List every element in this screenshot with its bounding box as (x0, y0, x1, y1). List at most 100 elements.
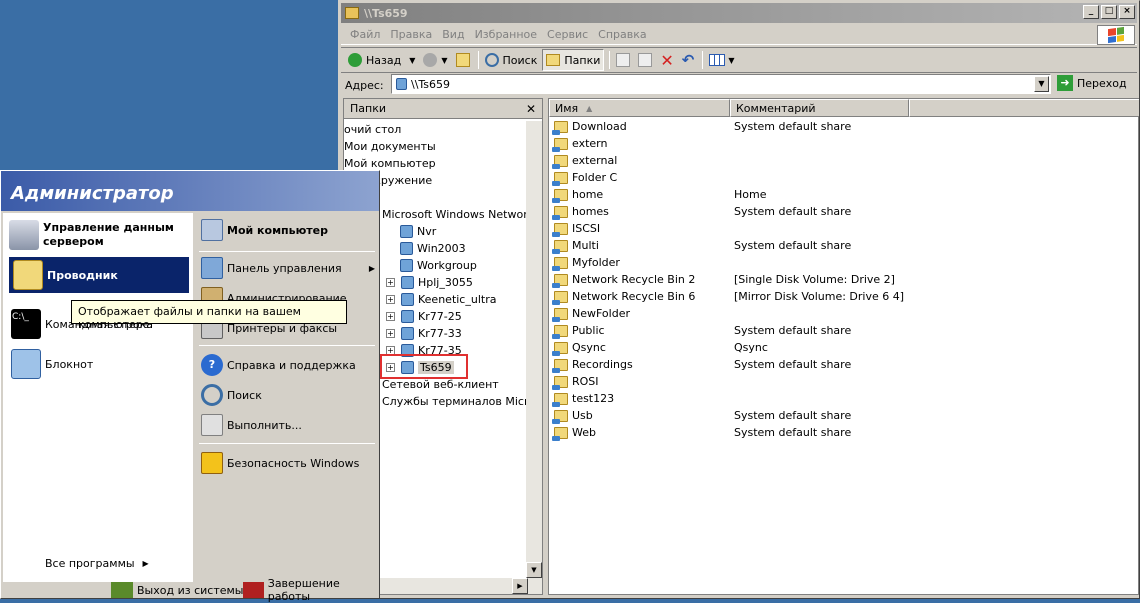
share-name: test123 (572, 392, 615, 405)
share-row[interactable]: Multi System default share (549, 237, 1138, 254)
minimize-button[interactable]: _ (1083, 5, 1099, 19)
expand-icon[interactable]: + (386, 278, 395, 287)
address-dropdown-button[interactable]: ▼ (1034, 76, 1049, 92)
share-row[interactable]: extern (549, 135, 1138, 152)
share-row[interactable]: home Home (549, 186, 1138, 203)
manage-server-item[interactable]: Управление данным сервером (9, 217, 174, 253)
folders-button[interactable]: Папки (542, 49, 605, 71)
menu-file[interactable]: Файл (350, 28, 380, 41)
tree-item[interactable]: + Kr77-25 (386, 308, 462, 325)
share-row[interactable]: Network Recycle Bin 6 [Mirror Disk Volume… (549, 288, 1138, 305)
share-row[interactable]: Network Recycle Bin 2 [Single Disk Volume… (549, 271, 1138, 288)
back-arrow-icon (348, 53, 362, 67)
share-row[interactable]: ISCSI (549, 220, 1138, 237)
close-button[interactable]: × (1119, 5, 1135, 19)
windows-security-item[interactable]: Безопасность Windows (201, 451, 359, 475)
address-input[interactable]: \\Ts659 ▼ (391, 74, 1051, 94)
share-row[interactable]: external (549, 152, 1138, 169)
expand-icon[interactable]: + (386, 312, 395, 321)
run-label: Выполнить... (227, 418, 302, 432)
menu-edit[interactable]: Правка (390, 28, 432, 41)
share-row[interactable]: Download System default share (549, 118, 1138, 135)
share-row[interactable]: Qsync Qsync (549, 339, 1138, 356)
share-row[interactable]: Usb System default share (549, 407, 1138, 424)
menu-tools[interactable]: Сервис (547, 28, 588, 41)
tree-item[interactable]: + Hplj_3055 (386, 274, 473, 291)
share-comment: System default share (734, 426, 852, 439)
close-pane-icon[interactable]: ✕ (526, 102, 536, 116)
tree-item-label: Microsoft Windows Network (382, 208, 528, 221)
share-name: Recordings (572, 358, 633, 371)
tree-vertical-scrollbar[interactable]: ▼ (526, 121, 542, 594)
tree-item[interactable]: + Kr77-33 (386, 325, 462, 342)
back-button[interactable]: Назад ▼ (345, 49, 418, 71)
explorer-icon (13, 260, 43, 290)
help-item[interactable]: ? Справка и поддержка (201, 353, 356, 377)
menu-help[interactable]: Справка (598, 28, 646, 41)
search-item[interactable]: Поиск (201, 383, 262, 407)
views-button[interactable]: ▼ (706, 49, 737, 71)
logoff-button[interactable]: Выход из системы (111, 582, 243, 598)
expand-icon[interactable]: + (386, 295, 395, 304)
tree-item[interactable]: Microsoft Windows Network (382, 206, 528, 223)
share-row[interactable]: ROSI (549, 373, 1138, 390)
search-button[interactable]: Поиск (482, 49, 541, 71)
share-row[interactable]: Myfolder (549, 254, 1138, 271)
share-row[interactable]: homes System default share (549, 203, 1138, 220)
control-panel-item[interactable]: Панель управления ▶ (201, 257, 377, 279)
share-name: Web (572, 426, 596, 439)
forward-arrow-icon (423, 53, 438, 67)
views-icon (709, 54, 726, 66)
share-row[interactable]: test123 (549, 390, 1138, 407)
share-row[interactable]: NewFolder (549, 305, 1138, 322)
tree-item[interactable]: + Keenetic_ultra (386, 291, 496, 308)
tree-item[interactable]: Службы терминалов Microsoft (382, 393, 528, 410)
shutdown-label: Завершение работы (267, 577, 340, 603)
tree-item[interactable]: Nvr (400, 223, 436, 240)
move-to-button[interactable] (613, 49, 633, 71)
column-header-comment[interactable]: Комментарий (730, 99, 909, 117)
shared-folder-icon (552, 375, 568, 390)
share-row[interactable]: Folder C (549, 169, 1138, 186)
share-row[interactable]: Public System default share (549, 322, 1138, 339)
all-programs-item[interactable]: Все программы ▶ (45, 555, 149, 571)
up-button[interactable] (453, 49, 473, 71)
folders-label: Папки (564, 53, 601, 67)
go-button[interactable]: ➜ Переход (1057, 75, 1127, 91)
tree-item-label: очий стол (344, 123, 402, 136)
shutdown-button[interactable]: Завершение работы (243, 577, 379, 603)
menu-view[interactable]: Вид (442, 28, 464, 41)
start-menu: Администратор Управление данным сервером… (0, 170, 380, 603)
forward-button[interactable]: ▼ (420, 49, 450, 71)
column-header-name[interactable]: Имя ▲ (549, 99, 730, 117)
share-comment: System default share (734, 358, 852, 371)
undo-button[interactable]: ↶ (679, 49, 698, 71)
explorer-item[interactable]: Проводник (9, 257, 189, 293)
expand-icon[interactable]: + (386, 329, 395, 338)
share-row[interactable]: Web System default share (549, 424, 1138, 441)
server-icon (396, 78, 407, 90)
maximize-button[interactable]: □ (1101, 5, 1117, 19)
folders-pane-header: Папки ✕ (344, 99, 542, 119)
shared-folder-icon (552, 188, 568, 203)
scroll-right-arrow-icon[interactable]: ▶ (512, 578, 528, 594)
divider (9, 547, 187, 548)
column-comment-label: Комментарий (736, 101, 816, 115)
scroll-down-arrow-icon[interactable]: ▼ (526, 562, 542, 578)
run-item[interactable]: Выполнить... (201, 413, 302, 437)
share-comment: Qsync (734, 341, 768, 354)
share-row[interactable]: Recordings System default share (549, 356, 1138, 373)
menu-favorites[interactable]: Избранное (475, 28, 537, 41)
notepad-item[interactable]: Блокнот (11, 349, 93, 379)
delete-button[interactable]: ✕ (657, 49, 676, 71)
address-bar: Адрес: \\Ts659 ▼ ➜ Переход (341, 74, 1137, 96)
copy-to-button[interactable] (635, 49, 655, 71)
title-bar[interactable]: \\Ts659 _ □ × (341, 3, 1137, 23)
tree-item[interactable]: Workgroup (400, 257, 477, 274)
tree-item[interactable]: очий стол (344, 121, 401, 138)
my-computer-item[interactable]: Мой компьютер (201, 217, 328, 243)
tree-item[interactable]: Win2003 (400, 240, 466, 257)
tree-item[interactable]: Мои документы (344, 138, 436, 155)
shared-folder-icon (552, 171, 568, 186)
cmd-icon: C:\_ (11, 309, 41, 339)
